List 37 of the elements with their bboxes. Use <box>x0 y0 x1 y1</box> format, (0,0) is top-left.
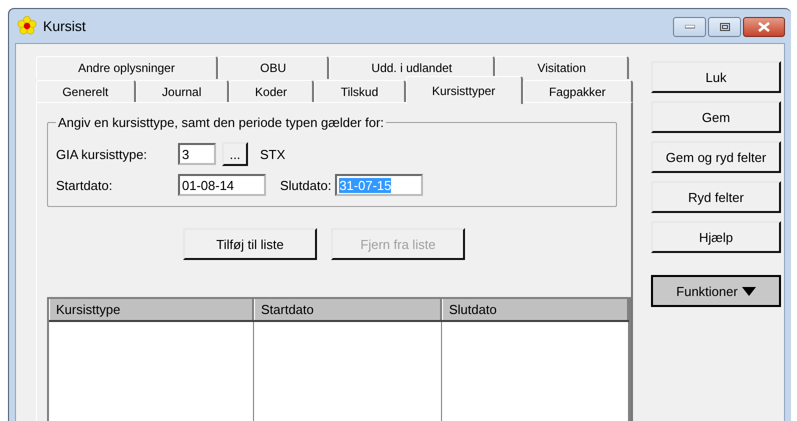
tab[interactable]: Journal <box>136 80 229 102</box>
side-button[interactable]: Luk <box>651 61 781 93</box>
tab[interactable]: OBU <box>218 56 330 79</box>
column-header[interactable]: Slutdato <box>442 299 629 320</box>
list-button[interactable]: Tilføj til liste <box>183 228 317 260</box>
column-header[interactable]: Kursisttype <box>49 299 254 320</box>
tab[interactable]: Generelt <box>36 80 136 102</box>
field-label: Startdato: <box>56 178 114 192</box>
tab[interactable]: Udd. i udlandet <box>329 56 496 79</box>
minimize-icon <box>684 25 694 29</box>
close-icon <box>758 22 770 32</box>
tab[interactable]: Koder <box>228 80 314 102</box>
input-field[interactable]: 3 <box>178 143 216 165</box>
restore-button[interactable] <box>708 17 741 37</box>
side-button[interactable]: Gem og ryd felter <box>651 141 781 173</box>
tab[interactable]: Fagpakker <box>522 80 633 102</box>
side-button[interactable]: Gem <box>651 101 781 133</box>
browse-button[interactable]: ... <box>222 142 248 166</box>
tab[interactable]: Visitation <box>495 56 630 79</box>
tab[interactable]: Andre oplysninger <box>36 56 218 79</box>
side-button[interactable]: Ryd felter <box>651 181 781 213</box>
group-label: Angiv en kursisttype, samt den periode typen gælder for: <box>57 115 385 130</box>
minimize-button[interactable] <box>673 17 706 37</box>
tab[interactable]: Kursisttyper <box>406 76 523 104</box>
tab[interactable]: Tilskud <box>314 80 406 102</box>
close-button[interactable] <box>743 17 785 37</box>
flower-icon <box>17 16 37 36</box>
window-title: Kursist <box>43 18 87 34</box>
restore-icon <box>720 23 730 31</box>
field-label: Slutdato: <box>280 178 332 192</box>
date-field[interactable]: 01-08-14 <box>178 174 266 196</box>
column-header[interactable]: Startdato <box>254 299 442 320</box>
field-label: GIA kursisttype: <box>56 146 148 162</box>
menu-button[interactable]: Funktioner <box>651 275 781 307</box>
caret-icon <box>742 286 756 296</box>
side-button[interactable]: Hjælp <box>651 221 781 253</box>
type-name: STX <box>260 146 286 162</box>
